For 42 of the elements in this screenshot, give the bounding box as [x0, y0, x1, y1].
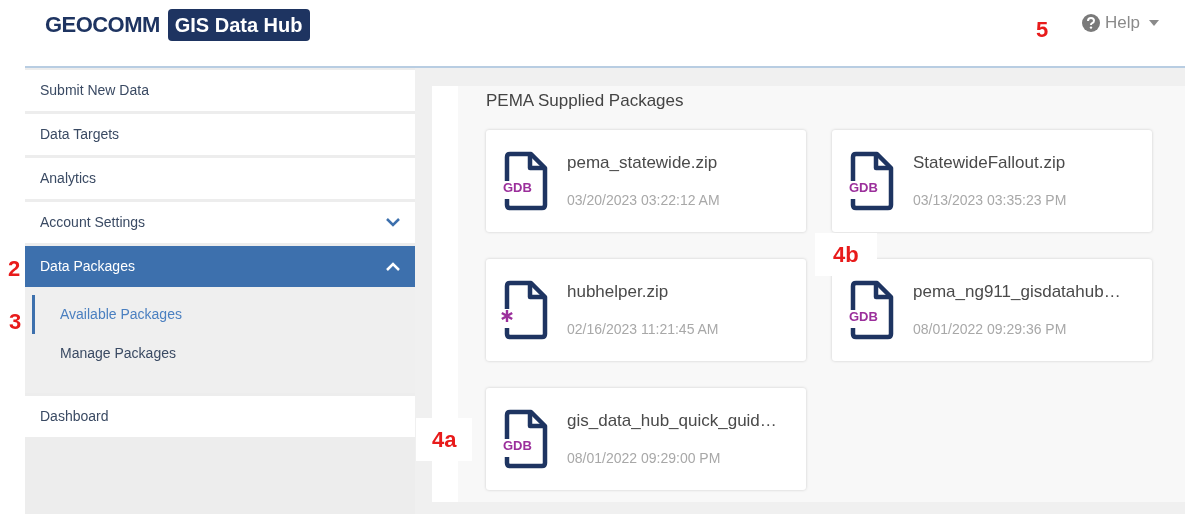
- package-date: 08/01/2022 09:29:36 PM: [913, 319, 1068, 339]
- sidebar-item[interactable]: Dashboard: [25, 396, 415, 437]
- file-icon: [503, 150, 549, 211]
- caret-icon: [1149, 19, 1159, 26]
- sidebar-item[interactable]: Data Targets: [25, 114, 415, 155]
- file-type-label: GDB: [849, 309, 878, 323]
- package-name: pema_ng911_gisdatahub…: [913, 281, 1121, 304]
- sidebar-item[interactable]: Submit New Data: [25, 70, 415, 111]
- package-date: 08/01/2022 09:29:00 PM: [567, 448, 722, 468]
- callout-number: 4a: [416, 418, 473, 461]
- package-card[interactable]: GDB gis_data_hub_quick_guid… 08/01/2022 09:29:00 PM: [486, 387, 806, 490]
- package-name: gis_data_hub_quick_guid…: [567, 410, 777, 433]
- package-name: StatewideFallout.zip: [913, 152, 1067, 175]
- sidebar-subitem[interactable]: Manage Packages: [32, 334, 415, 373]
- package-card[interactable]: hubhelper.zip 02/16/2023 11:21:45 AM: [486, 258, 806, 361]
- package-card[interactable]: GDB StatewideFallout.zip 03/13/2023 03:35:23 PM: [832, 129, 1152, 232]
- file-type-label: GDB: [503, 180, 532, 194]
- package-name: pema_statewide.zip: [567, 152, 719, 175]
- app-badge: GIS Data Hub: [167, 8, 310, 41]
- callout-number: 3: [9, 308, 22, 336]
- sidebar-item[interactable]: Data Packages: [25, 246, 415, 287]
- callout-number: 4b: [815, 233, 877, 276]
- file-icon: [503, 279, 549, 340]
- callout-number: 5: [1036, 16, 1049, 44]
- package-date: 03/20/2023 03:22:12 AM: [567, 190, 720, 210]
- package-date: 03/13/2023 03:35:23 PM: [913, 190, 1067, 210]
- help-menu[interactable]: Help: [1082, 10, 1159, 36]
- asterisk-icon: [500, 308, 514, 323]
- file-icon: [503, 408, 549, 469]
- sidebar-item[interactable]: Analytics: [25, 158, 415, 199]
- file-type-label: GDB: [849, 180, 878, 194]
- package-name: hubhelper.zip: [567, 281, 670, 304]
- section-title: PEMA Supplied Packages: [486, 90, 685, 112]
- callout-number: 2: [8, 255, 21, 283]
- help-icon: [1082, 13, 1101, 32]
- file-type-label: GDB: [503, 438, 532, 452]
- file-icon: [849, 279, 895, 340]
- file-icon: [849, 150, 895, 211]
- logo-wordmark: GEOCOMM: [45, 11, 160, 39]
- package-date: 02/16/2023 11:21:45 AM: [567, 319, 719, 339]
- package-card[interactable]: GDB pema_statewide.zip 03/20/2023 03:22:12 AM: [486, 129, 806, 232]
- sidebar-item[interactable]: Account Settings: [25, 202, 415, 243]
